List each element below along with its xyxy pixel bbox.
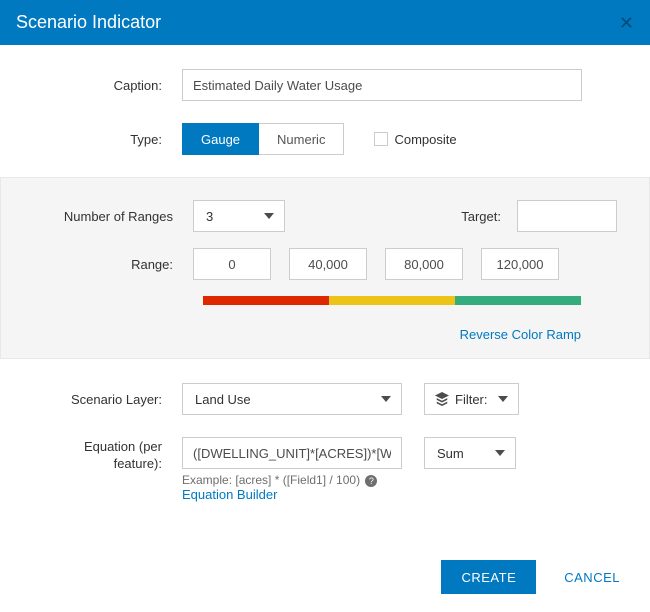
caption-label: Caption:	[32, 78, 182, 93]
num-ranges-label: Number of Ranges	[33, 209, 193, 224]
reverse-color-ramp-link[interactable]: Reverse Color Ramp	[203, 327, 581, 342]
range-input-1[interactable]	[289, 248, 367, 280]
composite-label: Composite	[394, 132, 456, 147]
filter-button[interactable]: Filter:	[424, 383, 519, 415]
type-gauge-button[interactable]: Gauge	[182, 123, 259, 155]
chevron-down-icon	[381, 396, 391, 402]
target-label: Target:	[427, 209, 517, 224]
ramp-segment-green	[455, 296, 581, 305]
composite-checkbox-wrap[interactable]: Composite	[374, 132, 456, 147]
type-label: Type:	[32, 132, 182, 147]
num-ranges-value: 3	[206, 209, 213, 224]
create-button[interactable]: CREATE	[441, 560, 536, 594]
scenario-layer-select[interactable]: Land Use	[182, 383, 402, 415]
aggregation-value: Sum	[437, 446, 464, 461]
close-icon[interactable]: ✕	[619, 14, 634, 32]
range-label: Range:	[33, 257, 193, 272]
scenario-layer-label: Scenario Layer:	[32, 392, 182, 407]
type-toggle-group: Gauge Numeric	[182, 123, 344, 155]
dialog-body: Caption: Type: Gauge Numeric Composite N…	[0, 45, 650, 548]
range-input-3[interactable]	[481, 248, 559, 280]
ranges-panel: Number of Ranges 3 Target: Range:	[0, 177, 650, 359]
range-inputs	[193, 248, 559, 280]
color-ramp	[203, 296, 581, 305]
type-numeric-button[interactable]: Numeric	[259, 123, 344, 155]
filter-label: Filter:	[455, 392, 488, 407]
filter-icon	[435, 392, 449, 406]
help-icon[interactable]: ?	[365, 475, 377, 487]
ramp-segment-red	[203, 296, 329, 305]
dialog-footer: CREATE CANCEL	[0, 548, 650, 612]
equation-example: Example: [acres] * ([Field1] / 100) ?	[182, 473, 516, 487]
chevron-down-icon	[264, 213, 274, 219]
ramp-segment-yellow	[329, 296, 455, 305]
equation-label: Equation (per feature):	[32, 437, 182, 473]
equation-input[interactable]	[182, 437, 402, 469]
dialog-header: Scenario Indicator ✕	[0, 0, 650, 45]
range-input-0[interactable]	[193, 248, 271, 280]
range-input-2[interactable]	[385, 248, 463, 280]
aggregation-select[interactable]: Sum	[424, 437, 516, 469]
chevron-down-icon	[498, 396, 508, 402]
equation-builder-link[interactable]: Equation Builder	[182, 487, 516, 502]
num-ranges-select[interactable]: 3	[193, 200, 285, 232]
cancel-button[interactable]: CANCEL	[558, 569, 626, 586]
scenario-layer-value: Land Use	[195, 392, 251, 407]
chevron-down-icon	[495, 450, 505, 456]
checkbox-icon	[374, 132, 388, 146]
caption-input[interactable]	[182, 69, 582, 101]
target-input[interactable]	[517, 200, 617, 232]
dialog-title: Scenario Indicator	[16, 12, 161, 33]
